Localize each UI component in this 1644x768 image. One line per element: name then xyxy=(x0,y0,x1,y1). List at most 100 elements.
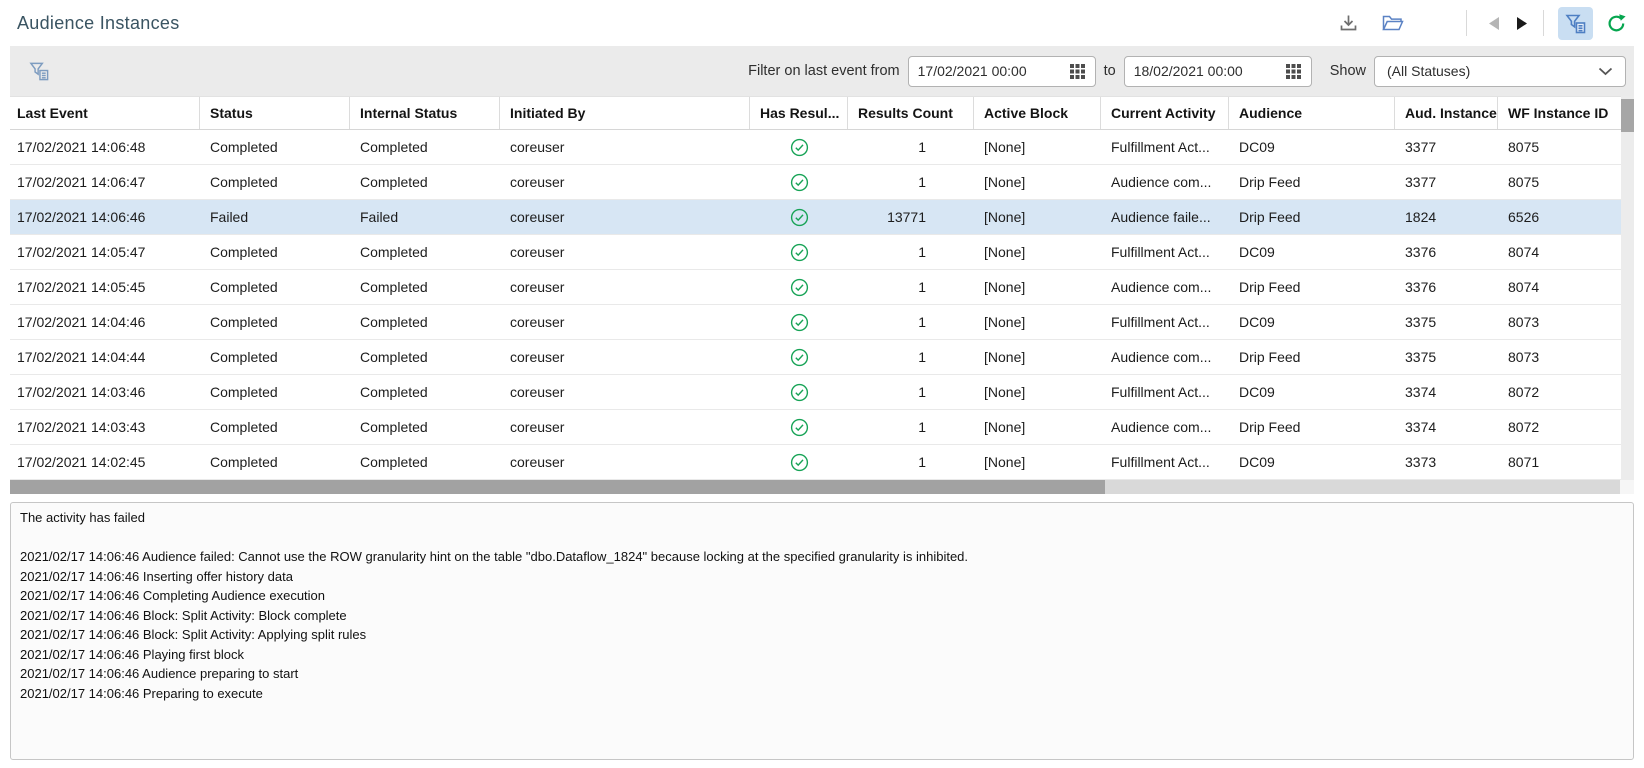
table-row[interactable]: 17/02/2021 14:03:43 Completed Completed … xyxy=(10,410,1621,445)
column-header-active-block[interactable]: Active Block xyxy=(974,97,1101,129)
cell-results-count: 1 xyxy=(848,305,974,339)
cell-aud-instance: 3373 xyxy=(1395,445,1498,479)
vertical-scrollbar[interactable] xyxy=(1621,96,1634,480)
cell-audience: DC09 xyxy=(1229,305,1395,339)
refresh-button[interactable] xyxy=(1603,10,1630,37)
calendar-grid-icon[interactable] xyxy=(1070,63,1086,79)
cell-status: Completed xyxy=(200,340,350,374)
table-row[interactable]: 17/02/2021 14:04:44 Completed Completed … xyxy=(10,340,1621,375)
cell-results-count: 13771 xyxy=(848,200,974,234)
filter-icon xyxy=(28,60,50,82)
filter-panel: Filter on last event from to xyxy=(10,46,1634,96)
cell-initiated-by: coreuser xyxy=(500,165,750,199)
table-row[interactable]: 17/02/2021 14:06:48 Completed Completed … xyxy=(10,130,1621,165)
cell-last-event: 17/02/2021 14:02:45 xyxy=(10,445,200,479)
horizontal-scrollbar[interactable] xyxy=(10,480,1634,494)
table-row[interactable]: 17/02/2021 14:04:46 Completed Completed … xyxy=(10,305,1621,340)
cell-audience: Drip Feed xyxy=(1229,200,1395,234)
cell-aud-instance: 3377 xyxy=(1395,165,1498,199)
cell-wf-instance-id: 8073 xyxy=(1498,340,1621,374)
cell-audience: Drip Feed xyxy=(1229,340,1395,374)
cell-aud-instance: 3376 xyxy=(1395,235,1498,269)
cell-wf-instance-id: 8075 xyxy=(1498,165,1621,199)
refresh-icon xyxy=(1606,13,1627,34)
column-header-initiated-by[interactable]: Initiated By xyxy=(500,97,750,129)
folder-open-icon xyxy=(1381,13,1405,33)
table-row[interactable]: 17/02/2021 14:05:45 Completed Completed … xyxy=(10,270,1621,305)
cell-last-event: 17/02/2021 14:05:47 xyxy=(10,235,200,269)
cell-internal-status: Completed xyxy=(350,375,500,409)
export-button[interactable] xyxy=(1335,10,1362,37)
column-header-last-event[interactable]: Last Event xyxy=(10,97,200,129)
toolbar-divider xyxy=(1466,10,1467,36)
column-header-internal-status[interactable]: Internal Status xyxy=(350,97,500,129)
forward-arrow-icon xyxy=(1513,15,1530,32)
cell-wf-instance-id: 8071 xyxy=(1498,445,1621,479)
column-header-wf-instance-id[interactable]: WF Instance ID xyxy=(1498,97,1621,129)
cell-has-results xyxy=(750,305,848,339)
next-page-button[interactable] xyxy=(1510,12,1533,35)
cell-wf-instance-id: 8075 xyxy=(1498,130,1621,164)
cell-active-block: [None] xyxy=(974,270,1101,304)
cell-current-activity: Fulfillment Act... xyxy=(1101,305,1229,339)
date-from-input[interactable] xyxy=(918,63,1064,79)
cell-active-block: [None] xyxy=(974,445,1101,479)
toolbar xyxy=(1335,7,1630,40)
column-header-current-activity[interactable]: Current Activity xyxy=(1101,97,1229,129)
toggle-filter-button[interactable] xyxy=(1558,7,1593,40)
horizontal-scrollbar-thumb[interactable] xyxy=(10,480,1105,494)
date-from-field[interactable] xyxy=(908,56,1096,87)
column-header-audience[interactable]: Audience xyxy=(1229,97,1395,129)
prev-page-button[interactable] xyxy=(1483,12,1506,35)
cell-aud-instance: 3376 xyxy=(1395,270,1498,304)
cell-wf-instance-id: 8073 xyxy=(1498,305,1621,339)
check-circle-icon xyxy=(790,208,809,227)
check-circle-icon xyxy=(790,418,809,437)
table-row[interactable]: 17/02/2021 14:03:46 Completed Completed … xyxy=(10,375,1621,410)
date-to-input[interactable] xyxy=(1134,63,1280,79)
table-row[interactable]: 17/02/2021 14:06:47 Completed Completed … xyxy=(10,165,1621,200)
cell-current-activity: Audience com... xyxy=(1101,165,1229,199)
cell-current-activity: Fulfillment Act... xyxy=(1101,375,1229,409)
filter-settings-button[interactable] xyxy=(25,57,53,85)
check-circle-icon xyxy=(790,243,809,262)
cell-last-event: 17/02/2021 14:06:47 xyxy=(10,165,200,199)
cell-wf-instance-id: 8074 xyxy=(1498,270,1621,304)
cell-internal-status: Failed xyxy=(350,200,500,234)
column-header-aud-instance[interactable]: Aud. Instance... xyxy=(1395,97,1498,129)
table-row[interactable]: 17/02/2021 14:02:45 Completed Completed … xyxy=(10,445,1621,480)
cell-aud-instance: 3374 xyxy=(1395,410,1498,444)
cell-status: Completed xyxy=(200,130,350,164)
cell-audience: DC09 xyxy=(1229,235,1395,269)
cell-has-results xyxy=(750,270,848,304)
calendar-grid-icon[interactable] xyxy=(1286,63,1302,79)
open-button[interactable] xyxy=(1378,10,1408,36)
check-circle-icon xyxy=(790,453,809,472)
activity-status-message: The activity has failed xyxy=(20,508,1624,528)
activity-log-panel: The activity has failed 2021/02/17 14:06… xyxy=(10,502,1634,760)
status-filter-select[interactable]: (All Statuses) xyxy=(1374,56,1626,87)
table-row[interactable]: 17/02/2021 14:06:46 Failed Failed coreus… xyxy=(10,200,1621,235)
check-circle-icon xyxy=(790,138,809,157)
log-line: 2021/02/17 14:06:46 Preparing to execute xyxy=(20,684,1624,704)
cell-last-event: 17/02/2021 14:06:48 xyxy=(10,130,200,164)
column-header-results-count[interactable]: Results Count xyxy=(848,97,974,129)
table-row[interactable]: 17/02/2021 14:05:47 Completed Completed … xyxy=(10,235,1621,270)
log-line: 2021/02/17 14:06:46 Completing Audience … xyxy=(20,586,1624,606)
cell-active-block: [None] xyxy=(974,305,1101,339)
cell-initiated-by: coreuser xyxy=(500,340,750,374)
cell-has-results xyxy=(750,165,848,199)
cell-last-event: 17/02/2021 14:03:43 xyxy=(10,410,200,444)
cell-active-block: [None] xyxy=(974,200,1101,234)
cell-current-activity: Fulfillment Act... xyxy=(1101,445,1229,479)
cell-results-count: 1 xyxy=(848,375,974,409)
column-header-has-results[interactable]: Has Resul... xyxy=(750,97,848,129)
cell-status: Completed xyxy=(200,165,350,199)
vertical-scrollbar-thumb[interactable] xyxy=(1621,99,1634,132)
column-header-status[interactable]: Status xyxy=(200,97,350,129)
date-to-field[interactable] xyxy=(1124,56,1312,87)
cell-initiated-by: coreuser xyxy=(500,410,750,444)
to-label: to xyxy=(1104,63,1116,79)
cell-has-results xyxy=(750,235,848,269)
cell-status: Completed xyxy=(200,445,350,479)
